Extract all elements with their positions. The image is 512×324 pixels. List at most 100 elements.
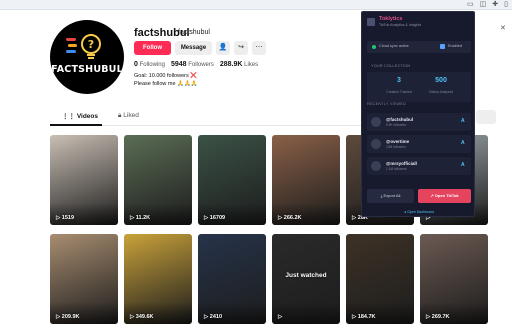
thumbnail-shade xyxy=(124,302,192,324)
thumbnail-shade xyxy=(272,203,340,225)
lightbulb-icon: ? xyxy=(66,34,101,59)
app-logo-icon xyxy=(367,18,375,26)
recent-badge: A xyxy=(461,162,465,168)
browser-toolbar: ▭ ◫ ✚ ▯ xyxy=(0,0,512,10)
message-button[interactable]: Message xyxy=(175,41,212,55)
view-count-value: 269.7K xyxy=(431,314,450,320)
followers-count: 5948 xyxy=(170,61,187,68)
view-count: ▷ 184.7K xyxy=(352,314,376,320)
video-thumbnail[interactable]: Just watched ▷ xyxy=(272,234,340,324)
view-count-value: 16709 xyxy=(209,215,226,221)
extension-header: Toklytics TikTok Analytics & Insights xyxy=(362,12,476,34)
follow-button[interactable]: Follow xyxy=(134,41,171,55)
screen-icon[interactable]: ▭ xyxy=(467,1,474,9)
video-thumbnail[interactable]: ▷ 266.2K xyxy=(272,135,340,225)
sort-button[interactable] xyxy=(476,110,496,124)
thumbnail-shade xyxy=(124,203,192,225)
view-count: ▷ 1519 xyxy=(56,215,74,221)
recent-sub: 5.9K followers xyxy=(386,123,407,127)
thumbnail-shade xyxy=(420,302,488,324)
toolbar-icons: ▭ ◫ ✚ ▯ xyxy=(467,1,508,9)
tab-liked[interactable]: 🔒︎ Liked xyxy=(118,112,139,120)
followers-stat[interactable]: 5948 Followers xyxy=(171,61,214,68)
video-thumbnail[interactable]: ▷ 269.7K xyxy=(420,234,488,324)
video-thumbnail[interactable]: ▷ 2410 xyxy=(198,234,266,324)
cloud-sync-bar: Cloud sync active Enabled xyxy=(367,41,471,53)
avatar xyxy=(371,139,381,149)
thumbnail-shade xyxy=(346,302,414,324)
status-dot-icon xyxy=(372,45,376,49)
creators-count: 3 xyxy=(397,77,401,84)
video-thumbnail[interactable]: ▷ 209.9K xyxy=(50,234,118,324)
recent-sub: 12M followers xyxy=(386,145,406,149)
view-count-value: 1519 xyxy=(61,215,75,221)
collection-stats: 3 Creators Tracked 500 Videos Analyzed xyxy=(367,72,471,102)
grid-icon: ⋮⋮ xyxy=(62,113,77,120)
following-stat[interactable]: 0 Following xyxy=(134,61,165,68)
view-count: ▷ 2410 xyxy=(204,314,222,320)
footer-label: Open Dashboard xyxy=(407,210,434,214)
recent-item[interactable]: @mrsyofficiall 1.1M followers A xyxy=(367,157,471,175)
thumbnail-shade xyxy=(272,302,340,324)
view-count-value: 184.7K xyxy=(357,314,376,320)
tab-videos[interactable]: ⋮⋮ Videos xyxy=(62,112,98,120)
extension-icon[interactable]: ◫ xyxy=(480,1,487,9)
tab-label: Liked xyxy=(123,112,139,119)
followers-label: Followers xyxy=(188,62,214,68)
just-watched-label: Just watched xyxy=(285,272,327,279)
puzzle-icon[interactable]: ✚ xyxy=(492,1,498,9)
sync-enabled-label: Enabled xyxy=(448,44,462,48)
following-count: 0 xyxy=(134,61,138,68)
videos-count: 500 xyxy=(435,77,447,84)
thumbnail-shade xyxy=(50,302,118,324)
thumbnail-shade xyxy=(50,203,118,225)
recent-name: @overtime xyxy=(386,139,410,144)
view-count-value: 209.9K xyxy=(61,314,80,320)
sidebar-icon[interactable]: ▯ xyxy=(504,1,508,9)
more-options-icon[interactable]: ⋯ xyxy=(252,41,266,55)
view-count-value: 349.6K xyxy=(135,314,154,320)
export-all-button[interactable]: ⤓ Export All xyxy=(367,189,414,203)
view-count: ▷ xyxy=(278,314,282,320)
video-thumbnail[interactable]: ▷ 16709 xyxy=(198,135,266,225)
recent-item[interactable]: @factshubul 5.9K followers A xyxy=(367,113,471,131)
add-friend-icon[interactable]: 👤 xyxy=(216,41,230,55)
avatar xyxy=(371,117,381,127)
profile-stats: 0 Following 5948 Followers 288.9K Likes xyxy=(134,61,258,68)
sync-status: Cloud sync active xyxy=(379,44,409,48)
recent-badge: A xyxy=(461,118,465,124)
following-label: Following xyxy=(139,62,165,68)
likes-count: 288.9K xyxy=(219,61,243,68)
tab-label: Videos xyxy=(76,113,99,120)
open-dashboard-link[interactable]: ● Open Dashboard xyxy=(362,210,476,214)
open-label: Open TikTok xyxy=(434,193,459,198)
active-tab-indicator xyxy=(50,124,102,126)
recent-item[interactable]: @overtime 12M followers A xyxy=(367,135,471,153)
open-tiktok-button[interactable]: ↗ Open TikTok xyxy=(418,189,471,203)
creators-caption: Creators Tracked xyxy=(386,90,412,94)
profile-bio: Goal: 10.000 followers ❌ Please follow m… xyxy=(134,72,198,88)
view-count-value: 11.2K xyxy=(135,215,151,221)
avatar-logo-text: FACTSHUBUL xyxy=(51,64,123,75)
view-count: ▷ 16709 xyxy=(204,215,225,221)
extension-tagline: TikTok Analytics & Insights xyxy=(379,23,422,27)
recent-name: @mrsyofficiall xyxy=(386,161,417,166)
close-icon[interactable]: ✕ xyxy=(500,24,506,32)
export-label: Export All xyxy=(383,193,401,198)
video-thumbnail[interactable]: ▷ 11.2K xyxy=(124,135,192,225)
view-count-value: 2410 xyxy=(209,314,223,320)
extension-title: Toklytics xyxy=(379,16,403,22)
video-thumbnail[interactable]: ▷ 184.7K xyxy=(346,234,414,324)
recent-name: @factshubul xyxy=(386,117,414,122)
bio-line: Please follow me 🙏🙏🙏 xyxy=(134,81,198,87)
video-thumbnail[interactable]: ▷ 349.6K xyxy=(124,234,192,324)
avatar[interactable]: ? FACTSHUBUL xyxy=(50,20,124,94)
share-icon[interactable]: ↪ xyxy=(234,41,248,55)
video-thumbnail[interactable]: ▷ 1519 xyxy=(50,135,118,225)
svg-text:?: ? xyxy=(88,38,94,51)
view-count: ▷ 269.7K xyxy=(426,314,450,320)
sync-checkbox[interactable] xyxy=(440,44,445,49)
likes-label: Likes xyxy=(244,62,259,68)
view-count: ▷ 266.2K xyxy=(278,215,302,221)
avatar xyxy=(371,161,381,171)
